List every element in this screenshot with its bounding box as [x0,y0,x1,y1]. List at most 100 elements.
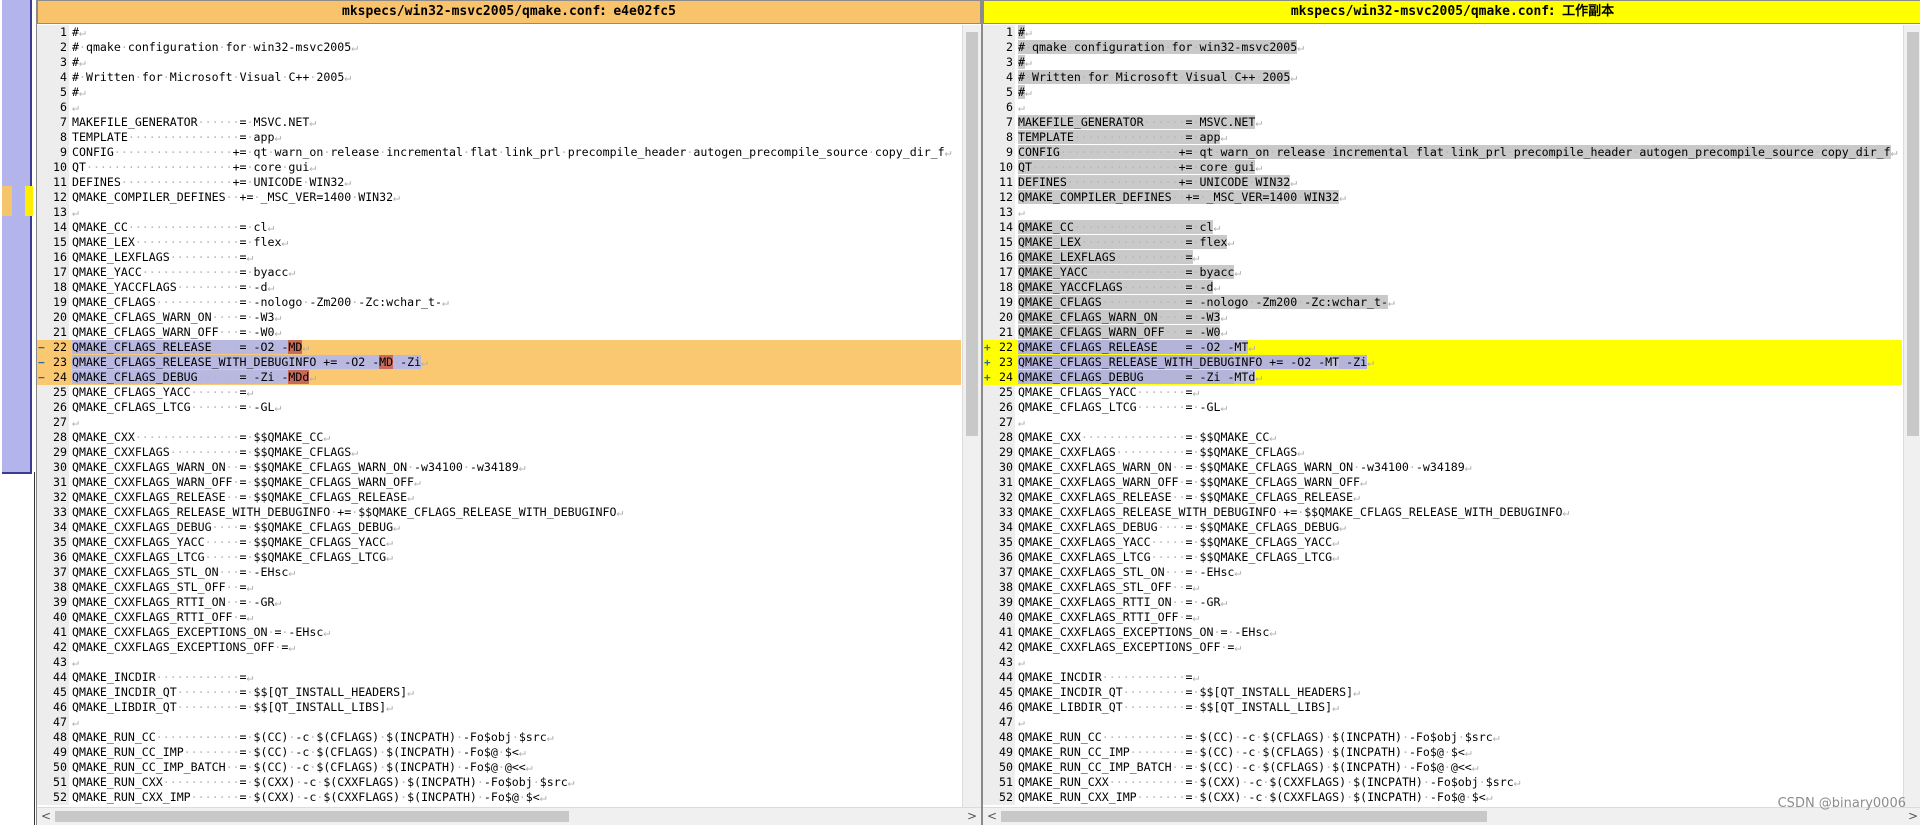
code-line[interactable]: 7 MAKEFILE_GENERATOR······=·MSVC.NET↵ [983,115,1902,130]
code-line[interactable]: 8 TEMPLATE················=·app↵ [983,130,1902,145]
code-line[interactable]: 11 DEFINES················+=·UNICODE·WIN3… [983,175,1902,190]
code-line[interactable]: 17 QMAKE_YACC··············=·byacc↵ [37,265,961,280]
code-line[interactable]: 12 QMAKE_COMPILER_DEFINES··+=·_MSC_VER=14… [983,190,1902,205]
code-line[interactable]: 33 QMAKE_CXXFLAGS_RELEASE_WITH_DEBUGINFO·… [37,505,961,520]
diff-line-changed[interactable]: +22 QMAKE_CFLAGS_RELEASE····=·-O2·-MT↵ [983,340,1902,355]
code-line[interactable]: 46 QMAKE_LIBDIR_QT·········=·$$[QT_INSTAL… [37,700,961,715]
left-scroll-left-arrow[interactable]: < [39,808,53,825]
minimap-viewport[interactable] [2,0,32,474]
code-line[interactable]: 16 QMAKE_LEXFLAGS··········=↵ [37,250,961,265]
code-line[interactable]: 32 QMAKE_CXXFLAGS_RELEASE··=·$$QMAKE_CFLA… [37,490,961,505]
code-line[interactable]: 1 #↵ [983,25,1902,40]
left-vertical-scroll-thumb[interactable] [966,32,978,436]
diff-line-changed[interactable]: −23 QMAKE_CFLAGS_RELEASE_WITH_DEBUGINFO·+… [37,355,961,370]
code-line[interactable]: 25 QMAKE_CFLAGS_YACC·······=↵ [983,385,1902,400]
code-line[interactable]: 16 QMAKE_LEXFLAGS··········=↵ [983,250,1902,265]
code-line[interactable]: 4 #·Written·for·Microsoft·Visual·C++·2005… [983,70,1902,85]
code-line[interactable]: 18 QMAKE_YACCFLAGS·········=·-d↵ [983,280,1902,295]
code-line[interactable]: 26 QMAKE_CFLAGS_LTCG·······=·-GL↵ [37,400,961,415]
diff-line-changed[interactable]: −22 QMAKE_CFLAGS_RELEASE····=·-O2·-MD↵ [37,340,961,355]
left-vertical-scrollbar[interactable] [962,25,981,808]
code-line[interactable]: 10 QT·····················+=·core·gui↵ [37,160,961,175]
code-line[interactable]: 7 MAKEFILE_GENERATOR······=·MSVC.NET↵ [37,115,961,130]
right-scroll-right-arrow[interactable]: > [1906,808,1920,825]
code-line[interactable]: 29 QMAKE_CXXFLAGS··········=·$$QMAKE_CFLA… [983,445,1902,460]
code-line[interactable]: 51 QMAKE_RUN_CXX···········=·$(CXX)·-c·$(… [983,775,1902,790]
left-code-view[interactable]: 1 #↵ 2 #·qmake·configuration·for·win32-msvc… [37,25,961,808]
code-line[interactable]: 27 ↵ [983,415,1902,430]
code-line[interactable]: 37 QMAKE_CXXFLAGS_STL_ON···=·-EHsc↵ [37,565,961,580]
right-vertical-scroll-thumb[interactable] [1907,32,1919,436]
code-line[interactable]: 21 QMAKE_CFLAGS_WARN_OFF···=·-W0↵ [37,325,961,340]
code-line[interactable]: 36 QMAKE_CXXFLAGS_LTCG·····=·$$QMAKE_CFLA… [37,550,961,565]
code-line[interactable]: 34 QMAKE_CXXFLAGS_DEBUG····=·$$QMAKE_CFLA… [37,520,961,535]
code-line[interactable]: 18 QMAKE_YACCFLAGS·········=·-d↵ [37,280,961,295]
code-line[interactable]: 39 QMAKE_CXXFLAGS_RTTI_ON··=·-GR↵ [983,595,1902,610]
code-line[interactable]: 8 TEMPLATE················=·app↵ [37,130,961,145]
code-line[interactable]: 52 QMAKE_RUN_CXX_IMP·······=·$(CXX)·-c·$(… [37,790,961,805]
code-line[interactable]: 11 DEFINES················+=·UNICODE·WIN3… [37,175,961,190]
code-line[interactable]: 5 #↵ [37,85,961,100]
code-line[interactable]: 31 QMAKE_CXXFLAGS_WARN_OFF·=·$$QMAKE_CFLA… [983,475,1902,490]
code-line[interactable]: 15 QMAKE_LEX···············=·flex↵ [37,235,961,250]
code-line[interactable]: 3 #↵ [983,55,1902,70]
right-horizontal-scroll-thumb[interactable] [1001,811,1487,822]
code-line[interactable]: 49 QMAKE_RUN_CC_IMP········=·$(CC)·-c·$(C… [37,745,961,760]
code-line[interactable]: 28 QMAKE_CXX···············=·$$QMAKE_CC↵ [37,430,961,445]
code-line[interactable]: 12 QMAKE_COMPILER_DEFINES··+=·_MSC_VER=14… [37,190,961,205]
code-line[interactable]: 2 #·qmake·configuration·for·win32-msvc200… [983,40,1902,55]
code-line[interactable]: 47 ↵ [37,715,961,730]
diff-line-changed[interactable]: +24 QMAKE_CFLAGS_DEBUG······=·-Zi·-MTd↵ [983,370,1902,385]
code-line[interactable]: 20 QMAKE_CFLAGS_WARN_ON····=·-W3↵ [983,310,1902,325]
code-line[interactable]: 42 QMAKE_CXXFLAGS_EXCEPTIONS_OFF·=↵ [983,640,1902,655]
code-line[interactable]: 29 QMAKE_CXXFLAGS··········=·$$QMAKE_CFLA… [37,445,961,460]
code-line[interactable]: 49 QMAKE_RUN_CC_IMP········=·$(CC)·-c·$(C… [983,745,1902,760]
code-line[interactable]: 48 QMAKE_RUN_CC············=·$(CC)·-c·$(C… [37,730,961,745]
code-line[interactable]: 10 QT·····················+=·core·gui↵ [983,160,1902,175]
code-line[interactable]: 31 QMAKE_CXXFLAGS_WARN_OFF·=·$$QMAKE_CFLA… [37,475,961,490]
left-horizontal-scrollbar[interactable]: < > [37,807,981,825]
code-line[interactable]: 42 QMAKE_CXXFLAGS_EXCEPTIONS_OFF·=↵ [37,640,961,655]
code-line[interactable]: 39 QMAKE_CXXFLAGS_RTTI_ON··=·-GR↵ [37,595,961,610]
code-line[interactable]: 3 #↵ [37,55,961,70]
code-line[interactable]: 6 ↵ [983,100,1902,115]
code-line[interactable]: 9 CONFIG·················+=·qt·warn_on·re… [983,145,1902,160]
code-line[interactable]: 52 QMAKE_RUN_CXX_IMP·······=·$(CXX)·-c·$(… [983,790,1902,805]
code-line[interactable]: 25 QMAKE_CFLAGS_YACC·······=↵ [37,385,961,400]
code-line[interactable]: 41 QMAKE_CXXFLAGS_EXCEPTIONS_ON·=·-EHsc↵ [983,625,1902,640]
code-line[interactable]: 48 QMAKE_RUN_CC············=·$(CC)·-c·$(C… [983,730,1902,745]
diff-minimap[interactable] [0,0,37,825]
code-line[interactable]: 37 QMAKE_CXXFLAGS_STL_ON···=·-EHsc↵ [983,565,1902,580]
code-line[interactable]: 43 ↵ [37,655,961,670]
code-line[interactable]: 14 QMAKE_CC················=·cl↵ [37,220,961,235]
code-line[interactable]: 43 ↵ [983,655,1902,670]
code-line[interactable]: 19 QMAKE_CFLAGS············=·-nologo·-Zm2… [983,295,1902,310]
code-line[interactable]: 45 QMAKE_INCDIR_QT·········=·$$[QT_INSTAL… [37,685,961,700]
code-line[interactable]: 36 QMAKE_CXXFLAGS_LTCG·····=·$$QMAKE_CFLA… [983,550,1902,565]
code-line[interactable]: 40 QMAKE_CXXFLAGS_RTTI_OFF·=↵ [983,610,1902,625]
code-line[interactable]: 17 QMAKE_YACC··············=·byacc↵ [983,265,1902,280]
code-line[interactable]: 20 QMAKE_CFLAGS_WARN_ON····=·-W3↵ [37,310,961,325]
code-line[interactable]: 30 QMAKE_CXXFLAGS_WARN_ON··=·$$QMAKE_CFLA… [37,460,961,475]
code-line[interactable]: 26 QMAKE_CFLAGS_LTCG·······=·-GL↵ [983,400,1902,415]
code-line[interactable]: 51 QMAKE_RUN_CXX···········=·$(CXX)·-c·$(… [37,775,961,790]
code-line[interactable]: 50 QMAKE_RUN_CC_IMP_BATCH··=·$(CC)·-c·$(C… [37,760,961,775]
right-code-view[interactable]: 1 #↵ 2 #·qmake·configuration·for·win32-msvc… [983,25,1902,808]
right-scroll-left-arrow[interactable]: < [985,808,999,825]
code-line[interactable]: 14 QMAKE_CC················=·cl↵ [983,220,1902,235]
left-scroll-right-arrow[interactable]: > [965,808,979,825]
code-line[interactable]: 19 QMAKE_CFLAGS············=·-nologo·-Zm2… [37,295,961,310]
code-line[interactable]: 47 ↵ [983,715,1902,730]
code-line[interactable]: 33 QMAKE_CXXFLAGS_RELEASE_WITH_DEBUGINFO·… [983,505,1902,520]
code-line[interactable]: 30 QMAKE_CXXFLAGS_WARN_ON··=·$$QMAKE_CFLA… [983,460,1902,475]
code-line[interactable]: 34 QMAKE_CXXFLAGS_DEBUG····=·$$QMAKE_CFLA… [983,520,1902,535]
code-line[interactable]: 6 ↵ [37,100,961,115]
code-line[interactable]: 4 #·Written·for·Microsoft·Visual·C++·2005… [37,70,961,85]
code-line[interactable]: 13 ↵ [37,205,961,220]
diff-line-changed[interactable]: +23 QMAKE_CFLAGS_RELEASE_WITH_DEBUGINFO·+… [983,355,1902,370]
code-line[interactable]: 27 ↵ [37,415,961,430]
code-line[interactable]: 35 QMAKE_CXXFLAGS_YACC·····=·$$QMAKE_CFLA… [983,535,1902,550]
code-line[interactable]: 28 QMAKE_CXX···············=·$$QMAKE_CC↵ [983,430,1902,445]
diff-line-changed[interactable]: −24 QMAKE_CFLAGS_DEBUG······=·-Zi·-MDd↵ [37,370,961,385]
code-line[interactable]: 35 QMAKE_CXXFLAGS_YACC·····=·$$QMAKE_CFLA… [37,535,961,550]
